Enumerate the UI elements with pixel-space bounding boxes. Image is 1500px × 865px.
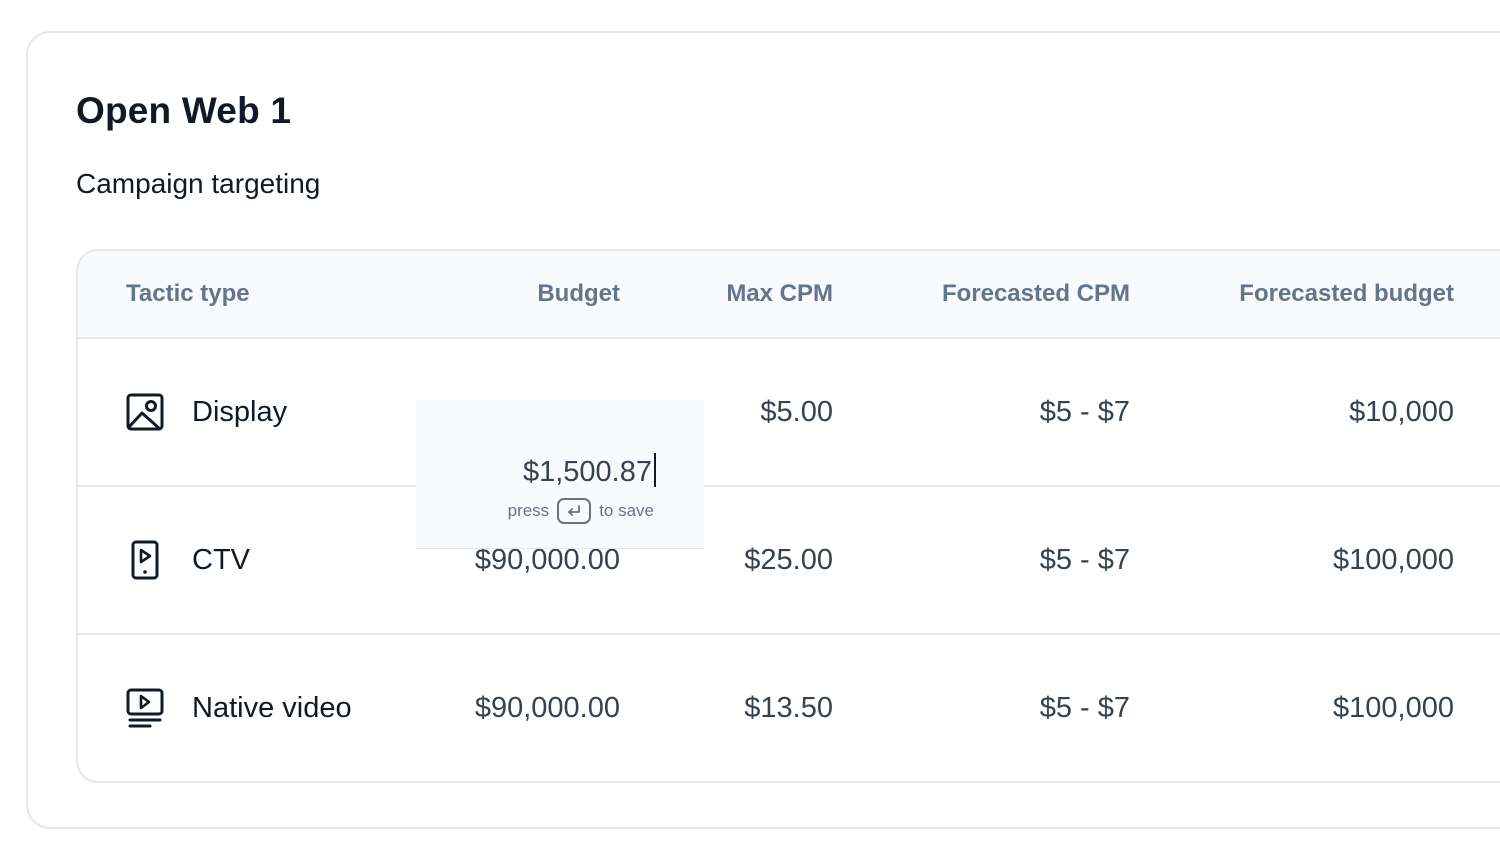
table-header: Tactic type Budget Max CPM Forecasted CP… [78, 251, 1500, 339]
campaign-card: Open Web 1 Campaign targeting Tactic typ… [26, 31, 1500, 829]
hint-text-after: to save [599, 501, 654, 520]
column-header-tactic-type[interactable]: Tactic type [126, 251, 250, 337]
table-row-display[interactable]: Display $5.00 $5 - $7 $10,000 [78, 339, 1500, 487]
hint-text-before: press [507, 501, 550, 520]
column-header-forecasted-cpm[interactable]: Forecasted CPM [870, 251, 1130, 337]
save-hint: press to save [508, 498, 654, 524]
column-header-forecasted-budget[interactable]: Forecasted budget [1174, 251, 1454, 337]
video-list-icon [126, 688, 164, 728]
enter-key-icon [557, 498, 592, 524]
tactic-cell: CTV [126, 487, 250, 633]
forecasted-cpm-cell: $5 - $7 [1039, 396, 1130, 428]
forecasted-budget-cell: $100,000 [1333, 544, 1454, 576]
page-title: Open Web 1 [76, 90, 292, 131]
budget-input[interactable]: $1,500.87 [523, 452, 656, 492]
image-icon [126, 393, 164, 431]
column-header-max-cpm[interactable]: Max CPM [633, 251, 833, 337]
tactic-label: CTV [192, 543, 250, 576]
forecasted-budget-cell: $100,000 [1333, 692, 1454, 724]
column-header-budget[interactable]: Budget [420, 251, 620, 337]
section-subtitle: Campaign targeting [76, 168, 321, 199]
tactic-label: Native video [192, 691, 352, 724]
tactic-label: Display [192, 395, 288, 428]
ctv-play-icon [126, 540, 164, 580]
table-row-ctv[interactable]: CTV $90,000.00 $25.00 $5 - $7 $100,000 [78, 487, 1500, 635]
table-row-native-video[interactable]: Native video $90,000.00 $13.50 $5 - $7 $… [78, 635, 1500, 781]
targeting-table: Tactic type Budget Max CPM Forecasted CP… [76, 249, 1500, 783]
text-caret [654, 453, 656, 487]
budget-input-value: $1,500.87 [522, 456, 652, 488]
forecasted-cpm-cell: $5 - $7 [1039, 692, 1130, 724]
max-cpm-cell: $13.50 [744, 692, 833, 724]
budget-cell[interactable]: $90,000.00 [420, 635, 620, 781]
budget-inline-editor[interactable]: $1,500.87 press to save [416, 400, 704, 548]
tactic-cell: Display [126, 339, 287, 485]
forecasted-budget-cell: $10,000 [1349, 396, 1454, 428]
forecasted-cpm-cell: $5 - $7 [1039, 544, 1130, 576]
tactic-cell: Native video [126, 635, 352, 781]
